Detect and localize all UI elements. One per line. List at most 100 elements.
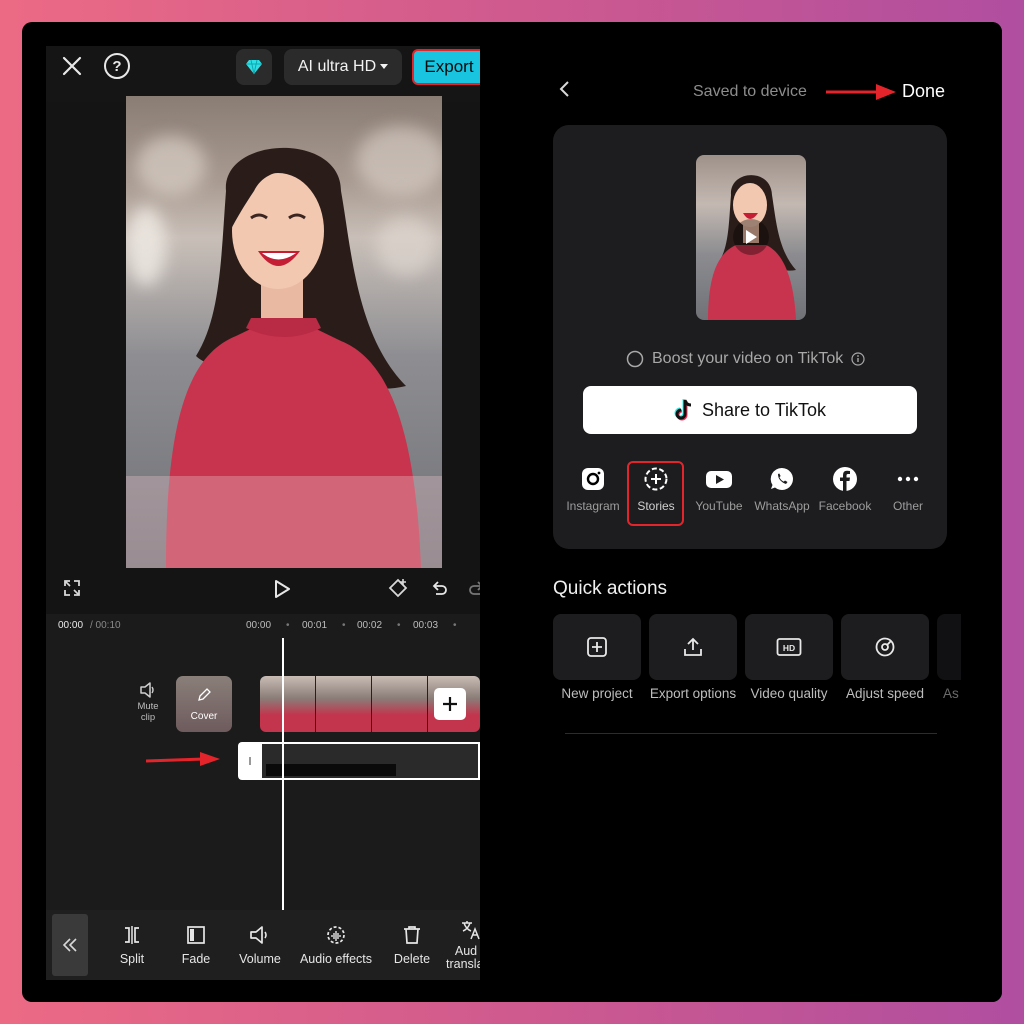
close-icon[interactable] [60,54,84,78]
cover-button[interactable]: Cover [176,676,232,732]
collapse-toolbar-button[interactable] [52,914,88,976]
time-ruler: 00:00 / 00:10 00:00 • 00:01 • 00:02 • 00… [58,620,457,631]
audio-effects-label: Audio effects [299,952,373,966]
quick-action-partial[interactable] [937,614,961,680]
new-project-label: New project [561,686,633,701]
tiktok-button-label: Share to TikTok [701,399,827,420]
audio-track[interactable] [262,742,480,780]
keyframe-icon[interactable] [386,576,410,600]
ruler-tick: 00:01 [302,620,328,631]
facebook-icon [833,467,857,491]
redo-icon[interactable] [466,577,480,599]
plus-icon [443,697,457,711]
audio-translate-tool[interactable]: Aud translat [446,910,480,980]
share-instagram[interactable]: Instagram [561,466,625,513]
share-other[interactable]: Other [876,466,940,513]
youtube-icon [706,471,732,488]
divider [565,733,937,734]
boost-option[interactable]: Boost your video on TikTok [626,350,865,368]
edit-pencil-icon [198,688,211,701]
ruler-tick: 00:00 [246,620,272,631]
upload-icon [684,637,702,656]
boost-label: Boost your video on TikTok [652,350,844,367]
fullscreen-icon[interactable] [62,578,82,598]
fade-icon [187,926,205,944]
share-youtube[interactable]: YouTube [687,466,751,513]
whatsapp-label: WhatsApp [754,499,810,513]
quality-dropdown[interactable]: AI ultra HD [284,49,402,85]
video-quality-button[interactable]: HD [745,614,833,680]
new-project-button[interactable] [553,614,641,680]
info-icon[interactable] [851,352,865,366]
timeline[interactable]: 00:00 / 00:10 00:00 • 00:01 • 00:02 • 00… [46,614,480,910]
woman-illustration [126,147,442,568]
share-to-tiktok-button[interactable]: Share to TikTok [583,386,917,434]
instagram-label: Instagram [566,499,620,513]
done-button[interactable]: Done [902,81,945,102]
play-icon[interactable] [272,578,292,600]
audio-effects-icon [327,926,345,944]
mute-clip-button[interactable]: Mute clip [126,682,170,723]
share-whatsapp[interactable]: WhatsApp [750,466,814,513]
adjust-speed-label: Adjust speed [845,686,925,701]
delete-tool[interactable]: Delete [388,910,436,980]
double-chevron-left-icon [62,938,77,952]
audio-effects-tool[interactable]: Audio effects [296,910,376,980]
ruler-tick: 00:03 [413,620,439,631]
annotation-box-stories [627,461,684,526]
caret-down-icon [380,64,389,69]
hd-icon: HD [776,638,802,656]
mute-clip-label: Mute clip [137,701,159,723]
youtube-label: YouTube [695,499,743,513]
video-quality-label: Video quality [750,686,828,701]
fade-tool[interactable]: Fade [176,910,216,980]
more-dots-icon [897,476,919,482]
volume-label: Volume [239,952,281,966]
instagram-icon [582,468,604,490]
editor-top-bar: ? AI ultra HD Export [46,46,480,102]
volume-tool[interactable]: Volume [234,910,286,980]
add-clip-button[interactable] [434,688,466,720]
video-preview[interactable] [126,96,442,568]
export-options-label: Export options [649,686,737,701]
adjust-speed-button[interactable] [841,614,929,680]
help-icon[interactable]: ? [104,53,130,79]
split-label: Split [119,952,145,966]
export-options-button[interactable] [649,614,737,680]
current-time: 00:00 [58,620,84,631]
delete-label: Delete [393,952,431,966]
share-facebook[interactable]: Facebook [813,466,877,513]
quality-label: AI ultra HD [297,58,377,75]
export-button[interactable]: Export [412,49,480,85]
trash-icon [404,926,420,944]
translate-icon [462,921,480,940]
video-thumbnail[interactable] [696,155,806,320]
audio-translate-label: Aud translat [446,944,480,971]
split-tool[interactable]: Split [112,910,152,980]
quick-action-partial-label: As [943,686,959,701]
radio-circle-icon [626,350,644,368]
other-label: Other [892,499,923,513]
speed-gauge-icon [875,637,895,657]
fade-label: Fade [181,952,211,966]
plus-square-icon [587,637,607,657]
total-time: / 00:10 [90,620,121,631]
whatsapp-icon [770,467,793,490]
back-chevron-icon[interactable] [558,80,570,103]
quick-actions-title: Quick actions [553,578,668,599]
speaker-icon [140,682,154,698]
volume-icon [250,926,267,944]
playback-controls [46,568,480,612]
svg-text:HD: HD [783,643,795,653]
annotation-arrow-handle [145,752,220,766]
play-overlay-icon[interactable] [733,219,769,255]
playhead[interactable] [282,638,284,910]
ruler-tick: 00:02 [357,620,383,631]
annotation-arrow-done [826,84,896,100]
cover-label: Cover [190,711,218,722]
editor-toolbar: Split Fade Volume Audio effects Delete A… [46,910,480,980]
premium-diamond-icon[interactable] [236,49,272,85]
split-icon [125,926,139,944]
undo-icon[interactable] [428,577,450,599]
trim-handle-left[interactable] [238,742,262,780]
